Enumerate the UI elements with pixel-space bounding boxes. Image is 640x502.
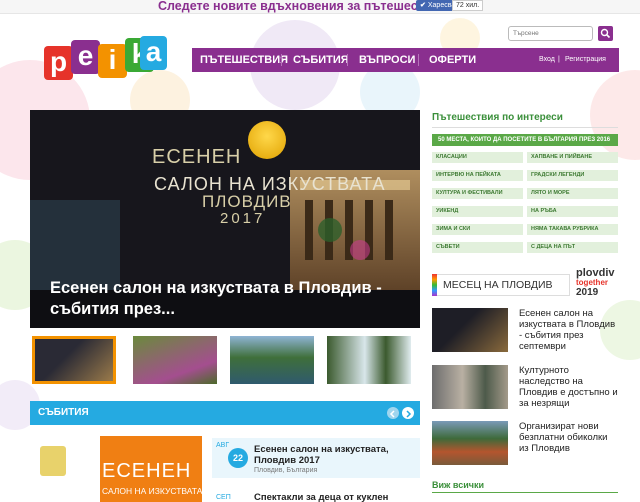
logo-letter: e — [71, 40, 100, 74]
promo-bar: Следете новите вдъхновения за пътешестви… — [0, 0, 640, 14]
prev-arrow-button[interactable] — [387, 407, 399, 419]
nav-divider — [347, 54, 348, 66]
tag-link[interactable]: ЗИМА И СКИ — [432, 224, 523, 235]
nav-divider — [418, 54, 419, 66]
bg-bubble — [590, 70, 640, 160]
hero-title-line1: ЕСЕНЕН — [152, 146, 242, 168]
tag-link[interactable]: ЛЯТО И МОРЕ — [527, 188, 618, 199]
search-icon — [600, 28, 611, 39]
nav-item-questions[interactable]: ВЪПРОСИ — [359, 48, 415, 72]
top-places-link[interactable]: 50 МЕСТА, КОИТО ДА ПОСЕТИТЕ В БЪЛГАРИЯ П… — [432, 134, 618, 146]
event-month: АВГ — [216, 442, 230, 449]
tag-link[interactable]: УИКЕНД — [432, 206, 523, 217]
slider-thumb[interactable] — [32, 336, 116, 384]
see-all-underline — [432, 492, 618, 493]
color-stripe — [432, 274, 437, 296]
event-location: Пловдив, България — [254, 467, 318, 474]
sidebar-title: Пътешествия по интереси — [432, 112, 563, 123]
slider-thumb[interactable] — [230, 336, 314, 384]
article-title[interactable]: Културното наследство на Пловдив е достъ… — [519, 365, 619, 409]
plovdiv-2019-logo: plovdiv together 2019 — [576, 268, 615, 298]
article-thumb — [432, 421, 508, 465]
check-icon: ✔ — [420, 2, 426, 9]
register-link[interactable]: Регистрация — [565, 48, 606, 72]
article-item[interactable]: Есенен салон на изкуствата в Пловдив - с… — [432, 308, 618, 352]
tag-link[interactable]: СЪВЕТИ — [432, 242, 523, 253]
tag-link[interactable]: С ДЕЦА НА ПЪТ — [527, 242, 618, 253]
logo-letter: a — [140, 36, 167, 70]
event-list-item[interactable]: СЕП Спектакли за деца от куклен театър — [212, 484, 420, 502]
next-arrow-button[interactable] — [402, 407, 414, 419]
tag-link[interactable]: ИНТЕРВЮ НА ПЕЙКАТА — [432, 170, 523, 181]
hero-slider[interactable]: ЕСЕНЕН САЛОН НА ИЗКУСТВАТА ПЛОВДИВ 2017 … — [30, 110, 420, 328]
nav-divider — [281, 54, 282, 66]
event-banner-line1: ЕСЕНЕН — [102, 460, 192, 482]
thumb-image — [35, 339, 113, 381]
hero-sun-logo — [248, 121, 286, 159]
events-title: СЪБИТИЯ — [38, 407, 89, 418]
nav-item-events[interactable]: СЪБИТИЯ — [293, 48, 349, 72]
slider-thumb[interactable] — [133, 336, 217, 384]
event-banner-line2: САЛОН НА ИЗКУСТВАТА — [102, 486, 202, 496]
event-banner: ЕСЕНЕН САЛОН НА ИЗКУСТВАТА — [100, 436, 202, 502]
plovdiv-logo-year: 2019 — [576, 287, 599, 298]
like-count: 72 хил. — [452, 0, 484, 11]
event-date: АВГ 22 — [216, 440, 248, 472]
hero-title-line3: ПЛОВДИВ — [202, 192, 292, 211]
article-title[interactable]: Организират нови безплатни обиколки из П… — [519, 421, 619, 454]
tag-link[interactable]: НА РЪБА — [527, 206, 618, 217]
municipality-logo — [40, 446, 66, 476]
tag-link[interactable]: КУЛТУРА И ФЕСТИВАЛИ — [432, 188, 523, 199]
article-thumb — [432, 365, 508, 409]
slider-thumb[interactable] — [327, 336, 411, 384]
event-date: СЕП — [216, 486, 246, 502]
nav-login-divider: | — [558, 56, 560, 63]
hero-caption[interactable]: Есенен салон на изкуствата в Пловдив - с… — [50, 278, 400, 320]
month-of-plovdiv-banner[interactable]: МЕСЕЦ НА ПЛОВДИВ plovdiv together 2019 — [432, 268, 618, 300]
event-day: 22 — [228, 448, 248, 468]
tag-link[interactable]: ХАПВАНЕ И ПИЙВАНЕ — [527, 152, 618, 163]
sidebar-divider — [432, 127, 618, 128]
nav-item-offers[interactable]: ОФЕРТИ — [429, 48, 476, 72]
plovdiv-logo-line1: plovdiv — [576, 267, 615, 279]
login-link[interactable]: Вход — [539, 48, 555, 72]
month-label: МЕСЕЦ НА ПЛОВДИВ — [432, 274, 570, 296]
hero-title-line4: 2017 — [220, 210, 266, 227]
promo-text: Следете новите вдъхновения за пътешестви… — [158, 0, 451, 13]
see-all-link[interactable]: Виж всички — [432, 480, 484, 490]
event-image[interactable]: ЕСЕНЕН САЛОН НА ИЗКУСТВАТА — [30, 432, 202, 502]
article-item[interactable]: Организират нови безплатни обиколки из П… — [432, 421, 618, 465]
chevron-right-icon — [406, 410, 412, 418]
search-button[interactable] — [598, 26, 613, 41]
logo-letter: i — [98, 44, 127, 78]
tag-link[interactable]: КЛАСАЦИИ — [432, 152, 523, 163]
events-header: СЪБИТИЯ — [30, 401, 420, 425]
nav-item-travels[interactable]: ПЪТЕШЕСТВИЯ — [200, 48, 288, 72]
article-thumb — [432, 308, 508, 352]
logo-letter: p — [44, 46, 73, 80]
main-nav: ПЪТЕШЕСТВИЯ СЪБИТИЯ ВЪПРОСИ ОФЕРТИ Вход … — [192, 48, 619, 72]
search-input[interactable] — [508, 26, 593, 41]
tag-link[interactable]: ГРАДСКИ ЛЕГЕНДИ — [527, 170, 618, 181]
article-item[interactable]: Културното наследство на Пловдив е достъ… — [432, 365, 618, 409]
event-list-item[interactable]: АВГ 22 Есенен салон на изкуствата, Пловд… — [212, 438, 420, 478]
article-title[interactable]: Есенен салон на изкуствата в Пловдив - с… — [519, 308, 619, 352]
event-month: СЕП — [216, 494, 231, 501]
event-title[interactable]: Есенен салон на изкуствата, Пловдив 2017 — [254, 444, 418, 466]
tag-link[interactable]: НЯМА ТАКАВА РУБРИКА — [527, 224, 618, 235]
chevron-left-icon — [389, 410, 395, 418]
event-title[interactable]: Спектакли за деца от куклен театър — [254, 492, 418, 502]
